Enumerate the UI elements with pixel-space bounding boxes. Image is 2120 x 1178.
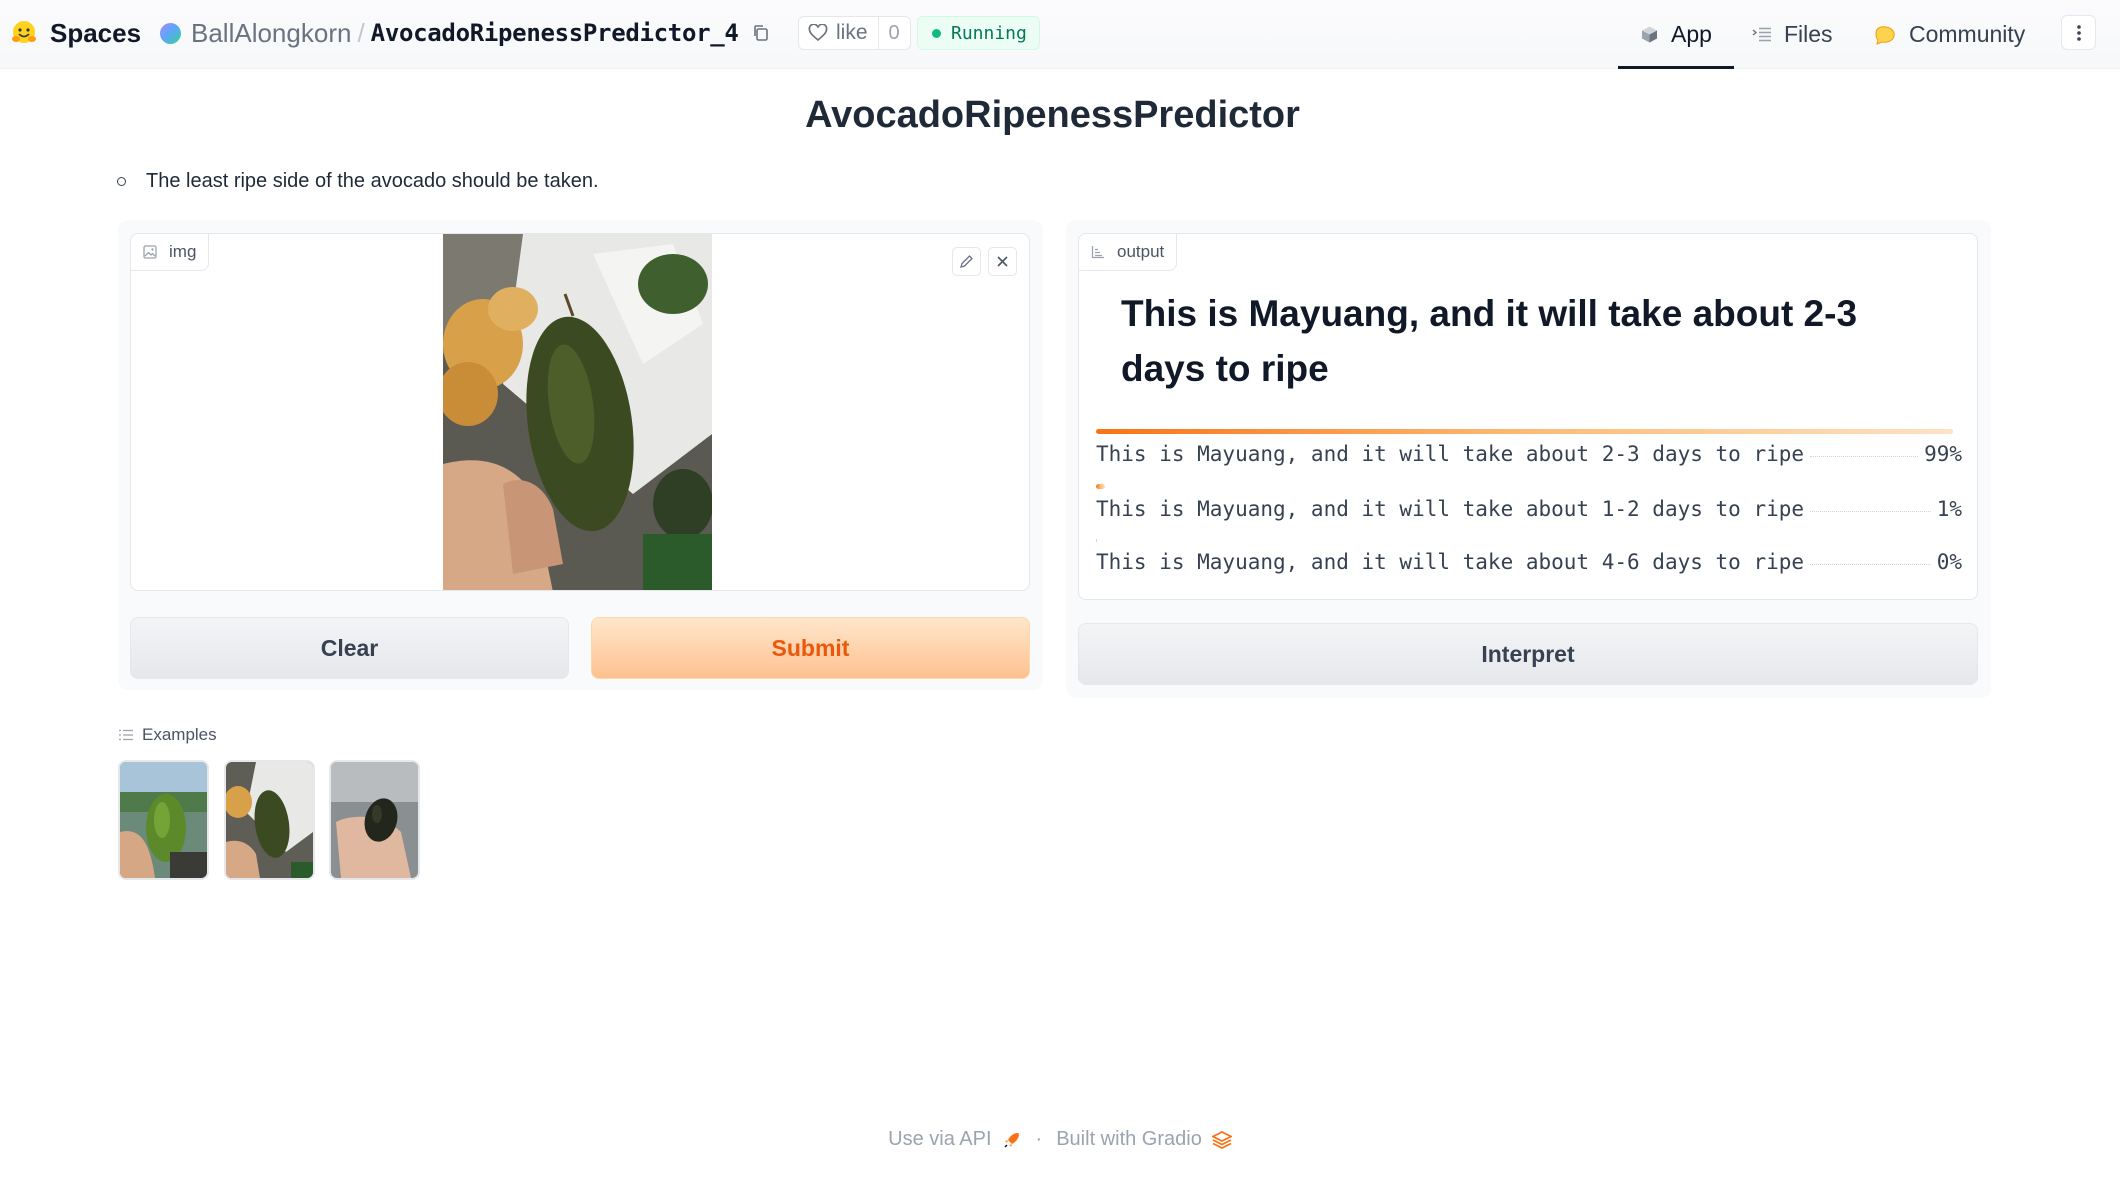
repo-name-link[interactable]: AvocadoRipenessPredictor_4 [371, 19, 739, 47]
status-text: Running [951, 22, 1027, 44]
heart-icon [808, 24, 828, 42]
interpret-button[interactable]: Interpret [1078, 623, 1978, 685]
footer-separator: · [1035, 1128, 1043, 1150]
like-button[interactable]: like [799, 17, 878, 49]
list-icon [119, 729, 133, 741]
output-label: output [1079, 234, 1178, 271]
confidence-label: This is Mayuang, and it will take about … [1096, 442, 1805, 466]
leader-dots [1810, 456, 1919, 457]
copy-icon[interactable] [751, 23, 771, 43]
kebab-menu-icon [2076, 24, 2081, 41]
tab-community-label: Community [1909, 21, 2026, 47]
examples-label: Examples [142, 725, 217, 744]
confidence-item: This is Mayuang, and it will take about … [1096, 539, 1962, 574]
example-thumbnail[interactable] [329, 760, 420, 880]
leader-dots [1810, 511, 1931, 512]
remove-image-button[interactable] [988, 247, 1017, 276]
tab-files[interactable]: Files [1752, 0, 1833, 69]
clear-button[interactable]: Clear [130, 617, 569, 679]
confidence-label: This is Mayuang, and it will take about … [1096, 550, 1805, 574]
gradio-logo-icon [1211, 1130, 1232, 1149]
bullet-icon [117, 177, 126, 186]
predicted-label: This is Mayuang, and it will take about … [1121, 293, 1858, 389]
confidence-label: This is Mayuang, and it will take about … [1096, 497, 1805, 521]
output-panel: output This is Mayuang, and it will take… [1066, 220, 1991, 698]
label-output: output This is Mayuang, and it will take… [1078, 233, 1978, 600]
status-badge: Running [917, 16, 1040, 50]
confidence-item: This is Mayuang, and it will take about … [1096, 484, 1962, 521]
tab-app-label: App [1671, 21, 1712, 47]
footer: Use via API · Built with Gradio [0, 1128, 2120, 1151]
edit-image-button[interactable] [952, 247, 981, 276]
confidence-bar [1096, 484, 1105, 489]
description-text: The least ripe side of the avocado shoul… [146, 170, 599, 192]
confidence-value: 0% [1936, 550, 1962, 574]
example-thumbnail[interactable] [224, 760, 315, 880]
image-input-label-text: img [169, 242, 197, 261]
like-count: 0 [877, 17, 910, 49]
breadcrumb-separator: / [357, 17, 365, 48]
uploaded-avocado-photo [443, 234, 712, 590]
like-widget: like 0 [798, 16, 911, 50]
files-icon [1752, 27, 1772, 43]
confidence-bar [1096, 539, 1097, 542]
breadcrumb: BallAlongkorn / AvocadoRipenessPredictor… [160, 16, 771, 50]
page-title: AvocadoRipenessPredictor [805, 94, 1300, 136]
spaces-home-link[interactable]: Spaces [10, 16, 141, 50]
output-label-text: output [1117, 242, 1165, 261]
status-dot [932, 28, 941, 38]
description-list-item: The least ripe side of the avocado shoul… [117, 170, 599, 193]
confidence-value: 99% [1924, 442, 1962, 466]
pencil-icon [960, 255, 973, 268]
confidence-item: This is Mayuang, and it will take about … [1096, 429, 1962, 466]
community-icon [1873, 25, 1897, 45]
confidence-bar [1096, 429, 1954, 434]
image-input-label: img [131, 234, 210, 271]
example-thumbnail[interactable] [118, 760, 209, 880]
hugging-face-logo-icon [12, 21, 36, 43]
tab-app[interactable]: App [1618, 0, 1734, 69]
use-via-api-link[interactable]: Use via API [888, 1128, 991, 1151]
rocket-icon [1002, 1130, 1022, 1150]
bar-chart-icon [1091, 246, 1104, 259]
image-icon [143, 245, 157, 259]
owner-avatar [160, 22, 181, 44]
confidence-value: 1% [1936, 497, 1962, 521]
like-label: like [836, 21, 868, 44]
spaces-label: Spaces [50, 17, 142, 48]
input-panel: img Clear Submit [118, 220, 1043, 690]
leader-dots [1810, 564, 1931, 565]
examples-header: Examples [119, 725, 217, 745]
cube-icon [1640, 25, 1659, 44]
built-with-gradio-link[interactable]: Built with Gradio [1056, 1128, 1202, 1151]
image-input[interactable]: img [130, 233, 1030, 591]
owner-link[interactable]: BallAlongkorn [191, 18, 351, 49]
tab-files-label: Files [1784, 21, 1833, 47]
tab-community[interactable]: Community [1873, 0, 2025, 69]
close-icon [997, 256, 1008, 267]
more-options-button[interactable] [2061, 15, 2096, 50]
top-navbar: Spaces BallAlongkorn / AvocadoRipenessPr… [0, 0, 2120, 69]
submit-button[interactable]: Submit [591, 617, 1030, 679]
